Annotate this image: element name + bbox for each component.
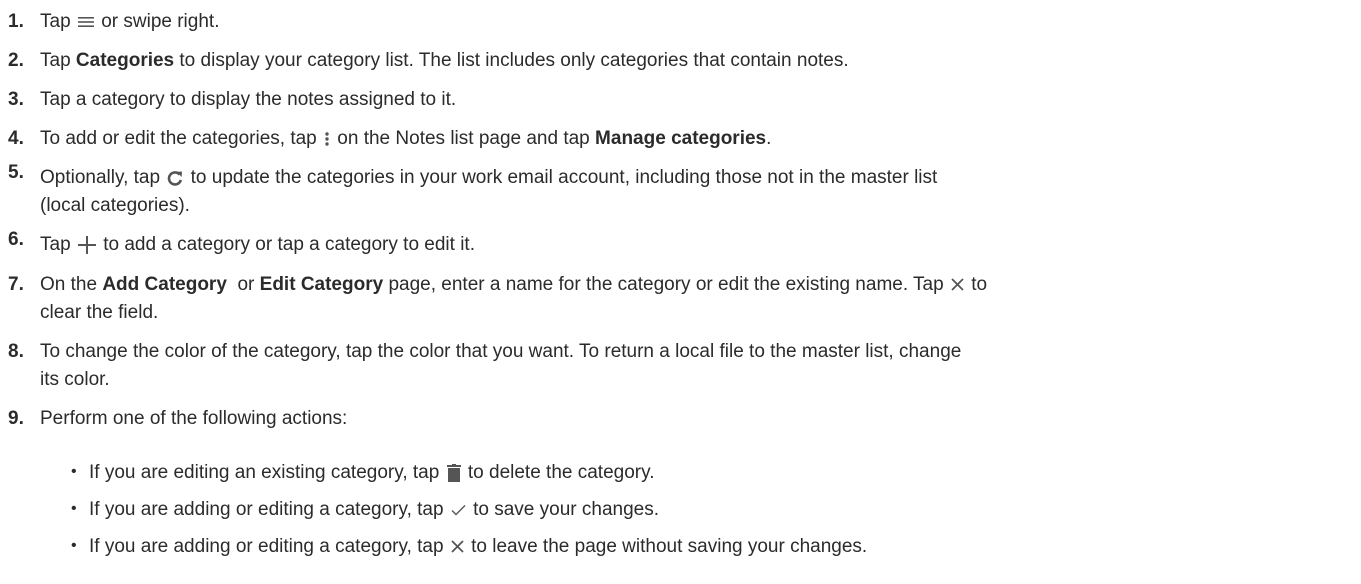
instructions-document: 1. Tap or swipe right. 2. Tap Categories… xyxy=(0,0,1361,584)
step-number: 8. xyxy=(8,341,24,362)
step-number: 6. xyxy=(8,229,24,250)
substep-text: If you are editing an existing category,… xyxy=(89,462,655,483)
step-text: Tap a category to display the notes assi… xyxy=(40,89,457,110)
bullet: • xyxy=(71,537,77,554)
plus-icon xyxy=(77,235,96,254)
bullet: • xyxy=(71,463,77,480)
step-number: 1. xyxy=(8,11,24,32)
substep-text: If you are adding or editing a category,… xyxy=(89,536,868,557)
close-icon xyxy=(451,540,464,554)
substep-text: If you are adding or editing a category,… xyxy=(89,499,659,520)
step-text: To add or edit the categories, tap on th… xyxy=(40,128,772,149)
trash-icon xyxy=(446,463,461,482)
step-number: 2. xyxy=(8,50,24,71)
step-number: 9. xyxy=(8,408,24,429)
step-text: Perform one of the following actions: xyxy=(40,408,348,429)
step-number: 3. xyxy=(8,89,24,110)
step-text: Optionally, tap to update the categories… xyxy=(40,167,938,216)
checkmark-icon xyxy=(451,504,466,516)
refresh-icon xyxy=(167,170,183,186)
menu-icon xyxy=(77,15,94,29)
step-text: To change the color of the category, tap… xyxy=(40,341,962,390)
step-number: 5. xyxy=(8,162,24,183)
step-text: Tap or swipe right. xyxy=(40,11,220,32)
step-text: Tap to add a category or tap a category … xyxy=(40,234,475,255)
close-icon xyxy=(951,278,964,292)
step-number: 7. xyxy=(8,274,24,295)
more-vertical-icon xyxy=(324,131,330,147)
step-text: On the Add Category or Edit Category pag… xyxy=(40,274,988,323)
bullet: • xyxy=(71,500,77,517)
step-text: Tap Categories to display your category … xyxy=(40,50,849,71)
step-number: 4. xyxy=(8,128,24,149)
